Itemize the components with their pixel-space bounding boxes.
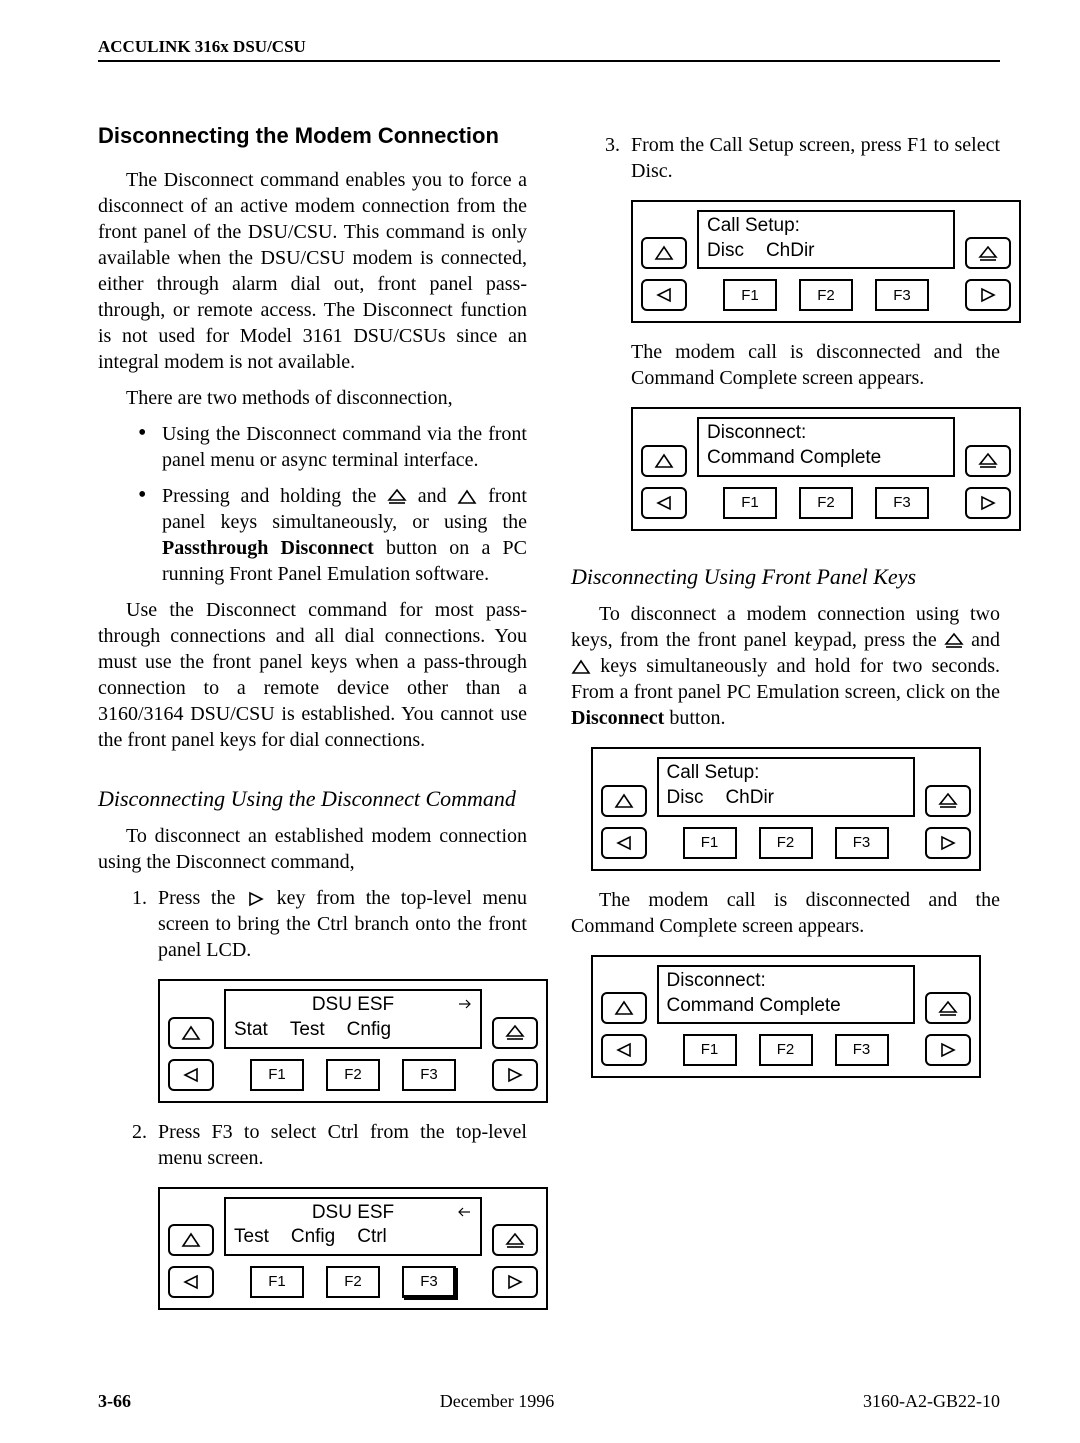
f1-button[interactable]: F1 bbox=[723, 279, 777, 311]
lcd-display: Call Setup: DiscChDir bbox=[657, 757, 915, 816]
left-button[interactable] bbox=[601, 1034, 647, 1066]
f1-button[interactable]: F1 bbox=[683, 1034, 737, 1066]
step-2: Press F3 to select Ctrl from the top-lev… bbox=[132, 1119, 527, 1310]
left-column: Disconnecting the Modem Connection The D… bbox=[98, 122, 527, 1326]
f1-button[interactable]: F1 bbox=[683, 827, 737, 859]
right-button[interactable] bbox=[965, 487, 1011, 519]
lcd-panel-6: Disconnect: Command Complete F1 F2 F3 bbox=[591, 955, 981, 1078]
doc-number: 3160-A2-GB22-10 bbox=[863, 1390, 1000, 1413]
up-button[interactable] bbox=[601, 992, 647, 1024]
lcd-panel-3: Call Setup: DiscChDir F1 F2 F3 bbox=[631, 200, 1021, 323]
right-button[interactable] bbox=[492, 1266, 538, 1298]
lcd-panel-1: DSU ESF StatTestCnfig F1 F2 F3 bbox=[158, 979, 548, 1102]
left-button[interactable] bbox=[641, 487, 687, 519]
right-button[interactable] bbox=[492, 1059, 538, 1091]
home-button[interactable] bbox=[965, 445, 1011, 477]
left-button[interactable] bbox=[168, 1059, 214, 1091]
lcd-display: DSU ESF StatTestCnfig bbox=[224, 989, 482, 1048]
up-button[interactable] bbox=[168, 1017, 214, 1049]
intro-p2: There are two methods of disconnection, bbox=[98, 385, 527, 411]
right-column: From the Call Setup screen, press F1 to … bbox=[571, 122, 1000, 1326]
intro-bullet-1: Using the Disconnect command via the fro… bbox=[138, 421, 527, 473]
home-button[interactable] bbox=[965, 237, 1011, 269]
sub1-title: Disconnecting Using the Disconnect Comma… bbox=[98, 785, 527, 814]
head-rule bbox=[98, 60, 1000, 62]
footer-date: December 1996 bbox=[440, 1390, 554, 1413]
f3-button[interactable]: F3 bbox=[835, 827, 889, 859]
home-button[interactable] bbox=[925, 785, 971, 817]
page-number: 3-66 bbox=[98, 1390, 131, 1413]
lcd-display: Disconnect: Command Complete bbox=[697, 417, 955, 476]
up-icon bbox=[571, 659, 591, 675]
f1-button[interactable]: F1 bbox=[250, 1059, 304, 1091]
f2-button[interactable]: F2 bbox=[799, 279, 853, 311]
f1-button[interactable]: F1 bbox=[723, 487, 777, 519]
home-button[interactable] bbox=[925, 992, 971, 1024]
lcd-panel-5: Call Setup: DiscChDir F1 F2 F3 bbox=[591, 747, 981, 870]
right-icon bbox=[246, 891, 266, 907]
lcd-display: Disconnect: Command Complete bbox=[657, 965, 915, 1024]
lcd-panel-2: DSU ESF TestCnfigCtrl F1 F2 F3 bbox=[158, 1187, 548, 1310]
f2-button[interactable]: F2 bbox=[326, 1266, 380, 1298]
up-button[interactable] bbox=[641, 445, 687, 477]
right-button[interactable] bbox=[925, 1034, 971, 1066]
up-button[interactable] bbox=[601, 785, 647, 817]
section-title: Disconnecting the Modem Connection bbox=[98, 122, 527, 151]
running-head: ACCULINK 316x DSU/CSU bbox=[98, 36, 1000, 58]
f2-button[interactable]: F2 bbox=[759, 1034, 813, 1066]
f2-button[interactable]: F2 bbox=[799, 487, 853, 519]
up-button[interactable] bbox=[641, 237, 687, 269]
f2-button[interactable]: F2 bbox=[759, 827, 813, 859]
sub1-lead: To disconnect an established modem conne… bbox=[98, 823, 527, 875]
lcd-display: DSU ESF TestCnfigCtrl bbox=[224, 1197, 482, 1256]
up-icon bbox=[457, 489, 477, 505]
step-1: Press the key from the top-level menu sc… bbox=[132, 885, 527, 1102]
f3-button[interactable]: F3 bbox=[875, 487, 929, 519]
f3-button[interactable]: F3 bbox=[835, 1034, 889, 1066]
left-button[interactable] bbox=[641, 279, 687, 311]
home-button[interactable] bbox=[492, 1017, 538, 1049]
left-button[interactable] bbox=[168, 1266, 214, 1298]
intro-p1: The Disconnect command enables you to fo… bbox=[98, 167, 527, 375]
home-button[interactable] bbox=[492, 1224, 538, 1256]
left-button[interactable] bbox=[601, 827, 647, 859]
f2-button[interactable]: F2 bbox=[326, 1059, 380, 1091]
f1-button[interactable]: F1 bbox=[250, 1266, 304, 1298]
intro-bullet-2: Pressing and holding the and front panel… bbox=[138, 483, 527, 587]
step-3: From the Call Setup screen, press F1 to … bbox=[605, 132, 1000, 531]
lcd-panel-4: Disconnect: Command Complete F1 F2 F3 bbox=[631, 407, 1021, 530]
intro-p3: Use the Disconnect command for most pass… bbox=[98, 597, 527, 753]
lcd-display: Call Setup: DiscChDir bbox=[697, 210, 955, 269]
f3-button[interactable]: F3 bbox=[875, 279, 929, 311]
up-button[interactable] bbox=[168, 1224, 214, 1256]
right-button[interactable] bbox=[965, 279, 1011, 311]
home-icon bbox=[944, 632, 964, 649]
sub2-p2: The modem call is disconnected and the C… bbox=[571, 887, 1000, 939]
sub2-title: Disconnecting Using Front Panel Keys bbox=[571, 563, 1000, 592]
right-button[interactable] bbox=[925, 827, 971, 859]
f3-button[interactable]: F3 bbox=[402, 1059, 456, 1091]
sub2-p1: To disconnect a modem connection using t… bbox=[571, 601, 1000, 731]
home-icon bbox=[387, 488, 407, 505]
f3-button[interactable]: F3 bbox=[402, 1266, 456, 1298]
after-step3: The modem call is disconnected and the C… bbox=[631, 339, 1000, 391]
page-footer: 3-66 December 1996 3160-A2-GB22-10 bbox=[98, 1390, 1000, 1413]
